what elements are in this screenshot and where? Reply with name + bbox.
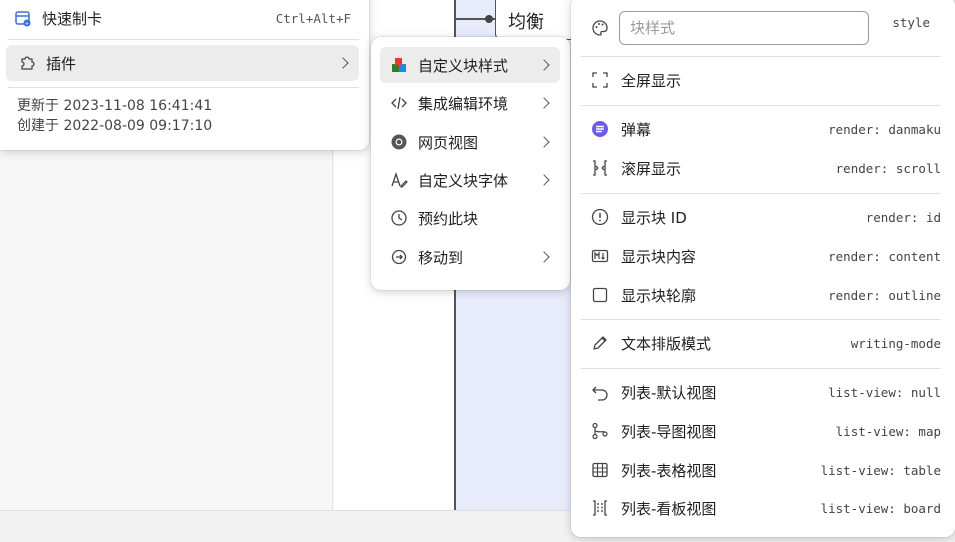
menu-item-label: 列表-导图视图 (621, 422, 717, 441)
table-icon (591, 461, 609, 479)
palette-icon (591, 19, 609, 37)
menu-item-label: 显示块 ID (621, 208, 687, 227)
clock-icon (390, 209, 408, 227)
markdown-icon (591, 247, 609, 265)
list-default-view-item[interactable]: 列表-默认视图 list-view: null (591, 375, 941, 409)
list-table-view-item[interactable]: 列表-表格视图 list-view: table (591, 453, 941, 487)
scroll-icon (591, 159, 609, 177)
block-style-search-input[interactable] (619, 11, 869, 45)
menu-item-label: 列表-表格视图 (621, 461, 717, 480)
menu-item-label: 移动到 (418, 248, 464, 267)
chevron-right-icon (538, 251, 550, 263)
menu-item-code: list-view: board (820, 500, 941, 516)
separator (8, 87, 359, 88)
scroll-item[interactable]: 滚屏显示 render: scroll (591, 151, 941, 185)
menu-item-label: 显示块内容 (621, 247, 697, 266)
menu-item-label: 显示块轮廓 (621, 286, 697, 305)
menu-item-label: 列表-看板视图 (621, 499, 717, 518)
plugins-label: 插件 (46, 54, 77, 73)
puzzle-icon (18, 54, 36, 72)
move-to-item[interactable]: 移动到 (380, 239, 560, 275)
chevron-right-icon (538, 97, 550, 109)
menu-item-code: render: danmaku (828, 121, 941, 137)
board-icon (591, 499, 609, 517)
colored-blocks-icon (390, 56, 408, 74)
fullscreen-icon (591, 71, 609, 89)
menu-item-code: list-view: map (835, 423, 941, 439)
separator (581, 105, 941, 106)
chevron-right-icon (337, 57, 349, 69)
menu-item-label: 预约此块 (418, 209, 479, 228)
info-circle-icon (591, 208, 609, 226)
quick-card-shortcut: Ctrl+Alt+F (275, 10, 351, 26)
plugins-menu-item[interactable]: 插件 (6, 45, 359, 81)
danmaku-item[interactable]: 弹幕 render: danmaku (591, 112, 941, 146)
menu-item-code: writing-mode (850, 335, 941, 351)
menu-item-label: 列表-默认视图 (621, 383, 717, 402)
svg-text:+: + (25, 21, 29, 27)
menu-item-code: list-view: null (828, 384, 941, 400)
chevron-right-icon (538, 136, 550, 148)
separator (581, 368, 941, 369)
code-icon (390, 94, 408, 112)
menu-item-code: list-view: table (820, 462, 941, 478)
mindmap-connector (485, 15, 493, 23)
calendar-card-icon: + (14, 9, 32, 27)
menu-item-code: render: outline (828, 287, 941, 303)
separator (8, 39, 359, 40)
danmaku-icon (591, 120, 609, 138)
menu-item-label: 网页视图 (418, 133, 479, 152)
writing-mode-item[interactable]: 文本排版模式 writing-mode (591, 326, 941, 360)
mindmap-node-text: 均衡 (508, 12, 544, 33)
menu-item-label: 自定义块样式 (418, 56, 509, 75)
move-icon (390, 248, 408, 266)
updated-timestamp: 更新于 2023-11-08 16:41:41 (17, 98, 213, 114)
square-icon (591, 286, 609, 304)
block-style-submenu: style 全屏显示 弹幕 render: danmaku 滚屏显示 rende… (571, 0, 955, 537)
show-block-content-item[interactable]: 显示块内容 render: content (591, 239, 941, 273)
separator (581, 56, 941, 57)
mindmap-node[interactable]: 均衡 (495, 0, 575, 40)
branch-icon (591, 422, 609, 440)
font-pen-icon (390, 171, 408, 189)
search-hint: style (892, 15, 930, 30)
menu-item-label: 集成编辑环境 (418, 94, 509, 113)
menu-item-label: 文本排版模式 (621, 334, 712, 353)
chevron-right-icon (538, 59, 550, 71)
undo-icon (591, 383, 609, 401)
ide-item[interactable]: 集成编辑环境 (380, 85, 560, 121)
chrome-icon (390, 133, 408, 151)
menu-item-code: render: scroll (835, 160, 941, 176)
quick-card-menu-item[interactable]: + 快速制卡 Ctrl+Alt+F (14, 4, 359, 32)
block-context-menu: + 快速制卡 Ctrl+Alt+F 插件 更新于 2023-11-08 16:4… (0, 0, 369, 150)
separator (581, 319, 941, 320)
menu-item-label: 自定义块字体 (418, 171, 509, 190)
schedule-block-item[interactable]: 预约此块 (380, 200, 560, 236)
menu-item-code: render: content (828, 248, 941, 264)
show-block-id-item[interactable]: 显示块 ID render: id (591, 200, 941, 234)
menu-item-label: 全屏显示 (621, 71, 682, 90)
webview-item[interactable]: 网页视图 (380, 124, 560, 160)
chevron-right-icon (538, 174, 550, 186)
quick-card-label: 快速制卡 (42, 9, 103, 28)
show-block-outline-item[interactable]: 显示块轮廓 render: outline (591, 278, 941, 312)
list-map-view-item[interactable]: 列表-导图视图 list-view: map (591, 414, 941, 448)
pencil-icon (591, 334, 609, 352)
list-board-view-item[interactable]: 列表-看板视图 list-view: board (591, 491, 941, 525)
plugins-submenu: 自定义块样式 集成编辑环境 网页视图 自定义块字体 预约此块 移动到 (371, 37, 570, 290)
menu-item-code: render: id (865, 209, 941, 225)
fullscreen-item[interactable]: 全屏显示 (591, 63, 941, 97)
menu-item-label: 弹幕 (621, 120, 652, 139)
custom-block-font-item[interactable]: 自定义块字体 (380, 162, 560, 198)
separator (581, 193, 941, 194)
custom-block-style-item[interactable]: 自定义块样式 (380, 47, 560, 83)
created-timestamp: 创建于 2022-08-09 09:17:10 (17, 118, 213, 134)
menu-item-label: 滚屏显示 (621, 159, 682, 178)
